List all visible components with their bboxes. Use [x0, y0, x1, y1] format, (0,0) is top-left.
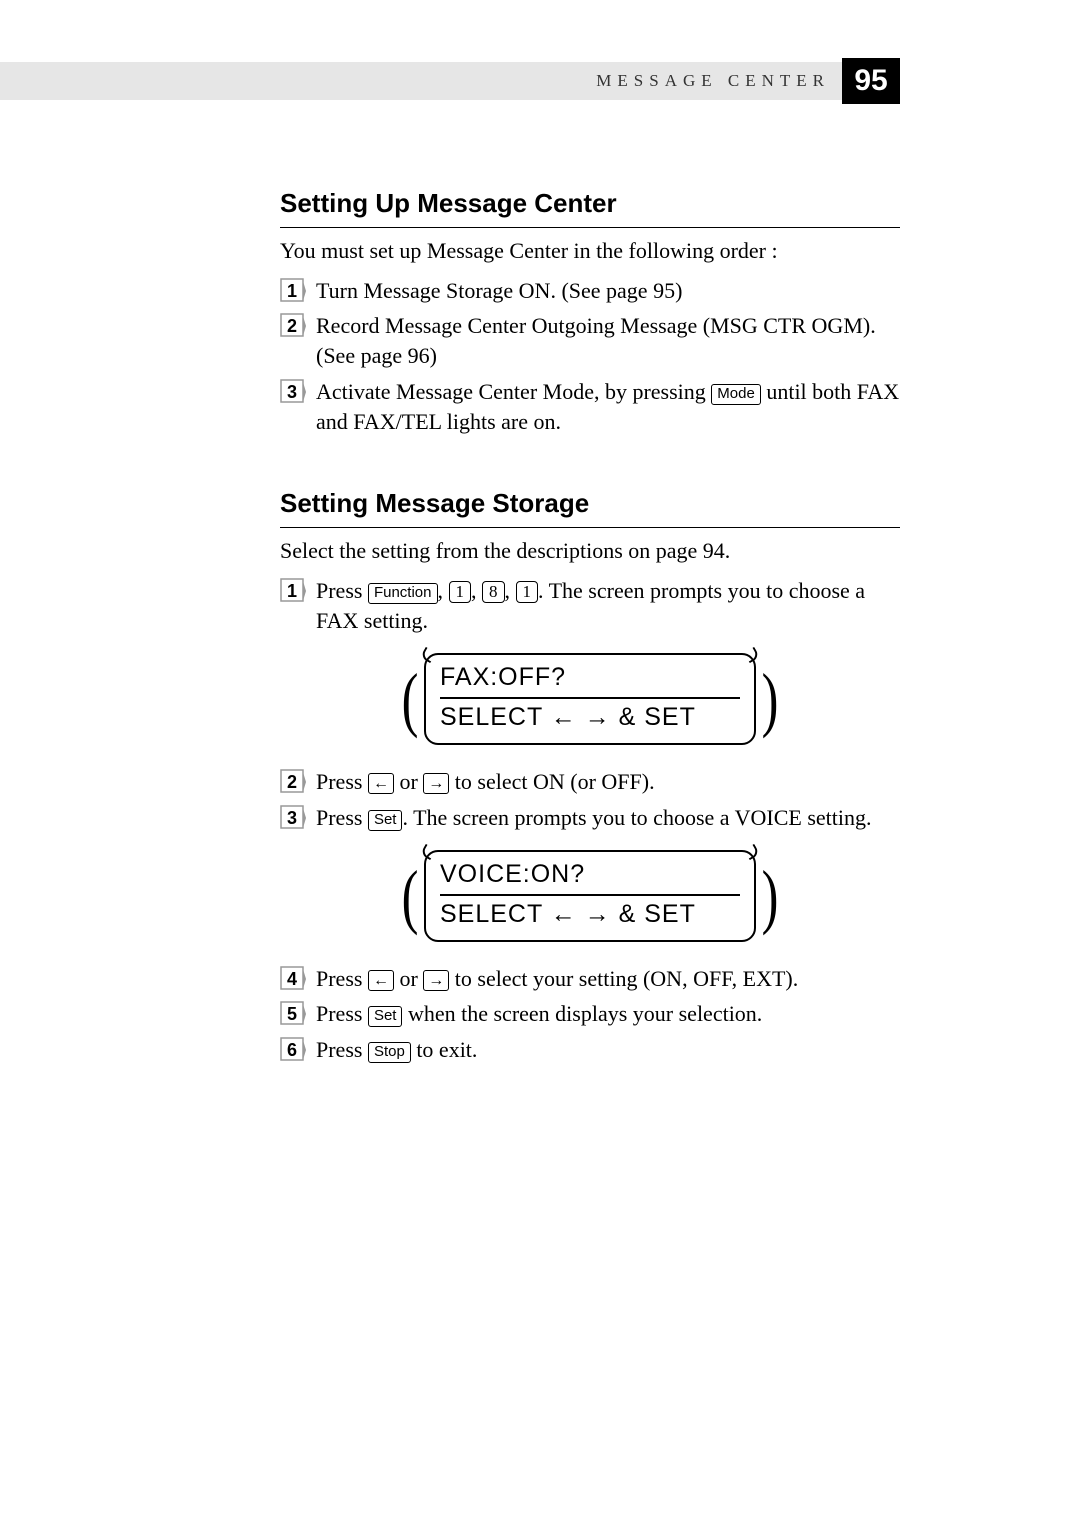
svg-text:2: 2: [287, 772, 297, 792]
svg-text:1: 1: [287, 581, 297, 601]
step-2: 2 Record Message Center Outgoing Message…: [280, 311, 900, 370]
s2-step-4: 4 Press ← or → to select your setting (O…: [280, 964, 900, 994]
heading-setting-up-message-center: Setting Up Message Center: [280, 186, 900, 228]
header-section-label: MESSAGE CENTER: [596, 62, 830, 100]
s2-step-2: 2 Press ← or → to select ON (or OFF).: [280, 767, 900, 797]
s2-step5-pre: Press: [316, 1001, 368, 1026]
svg-text:4: 4: [287, 969, 297, 989]
function-key: Function: [368, 583, 438, 604]
key-1b: 1: [516, 581, 539, 603]
key-8: 8: [482, 581, 505, 603]
s2-step6-pre: Press: [316, 1037, 368, 1062]
svg-text:2: 2: [287, 316, 297, 336]
s2-step2-pre: Press: [316, 769, 368, 794]
step-number-5-icon: 5: [280, 1001, 306, 1027]
step-3-text: Activate Message Center Mode, by pressin…: [316, 377, 900, 436]
s2-step2-mid: or: [394, 769, 423, 794]
s2-step3-pre: Press: [316, 805, 368, 830]
step-number-3-icon: 3: [280, 379, 306, 405]
lcd-display-fax: ( FAX:OFF? SELECT ← → & SET ): [280, 653, 900, 745]
lcd-line-2: SELECT ← → & SET: [440, 701, 740, 735]
page: MESSAGE CENTER 95 Setting Up Message Cen…: [0, 0, 1080, 1519]
set-key: Set: [368, 810, 403, 831]
step-1: 1 Turn Message Storage ON. (See page 95): [280, 276, 900, 306]
step-2-text: Record Message Center Outgoing Message (…: [316, 311, 900, 370]
intro-text: You must set up Message Center in the fo…: [280, 236, 900, 266]
paren-right-icon: ): [760, 860, 780, 932]
lcd-display-voice: ( VOICE:ON? SELECT ← → & SET ): [280, 850, 900, 942]
comma2: ,: [471, 578, 482, 603]
page-number: 95: [842, 58, 900, 104]
svg-text:1: 1: [287, 281, 297, 301]
step-3-pre: Activate Message Center Mode, by pressin…: [316, 379, 711, 404]
heading-setting-message-storage: Setting Message Storage: [280, 486, 900, 528]
s2-step-5-text: Press Set when the screen displays your …: [316, 999, 900, 1029]
page-content: Setting Up Message Center You must set u…: [280, 100, 900, 1065]
step-1-text: Turn Message Storage ON. (See page 95): [316, 276, 900, 306]
s2-step-1: 1 Press Function, 1, 8, 1. The screen pr…: [280, 576, 900, 635]
svg-text:5: 5: [287, 1004, 297, 1024]
top-margin: [0, 0, 1080, 62]
stop-key: Stop: [368, 1042, 411, 1063]
lcd-box: FAX:OFF? SELECT ← → & SET: [424, 653, 756, 745]
s2-step-2-text: Press ← or → to select ON (or OFF).: [316, 767, 900, 797]
paren-left-icon: (: [400, 860, 420, 932]
step-number-4-icon: 4: [280, 966, 306, 992]
step-number-1-icon: 1: [280, 278, 306, 304]
s2-step2-post: to select ON (or OFF).: [449, 769, 654, 794]
comma1: ,: [438, 578, 449, 603]
set-key: Set: [368, 1006, 403, 1027]
left-arrow-key: ←: [368, 970, 394, 991]
lcd-line-2: SELECT ← → & SET: [440, 898, 740, 932]
comma3: ,: [505, 578, 516, 603]
svg-text:3: 3: [287, 382, 297, 402]
s2-step4-post: to select your setting (ON, OFF, EXT).: [449, 966, 798, 991]
s2-step-3-text: Press Set. The screen prompts you to cho…: [316, 803, 900, 833]
lcd-box: VOICE:ON? SELECT ← → & SET: [424, 850, 756, 942]
mode-key: Mode: [711, 384, 761, 405]
s2-step-1-text: Press Function, 1, 8, 1. The screen prom…: [316, 576, 900, 635]
left-arrow-key: ←: [368, 773, 394, 794]
s2-step-4-text: Press ← or → to select your setting (ON,…: [316, 964, 900, 994]
s2-step3-post: . The screen prompts you to choose a VOI…: [402, 805, 871, 830]
step-number-3-icon: 3: [280, 805, 306, 831]
lcd-line-1: FAX:OFF?: [440, 661, 740, 699]
right-arrow-key: →: [423, 970, 449, 991]
right-arrow-key: →: [423, 773, 449, 794]
svg-text:3: 3: [287, 808, 297, 828]
step-number-2-icon: 2: [280, 769, 306, 795]
s2-step5-post: when the screen displays your selection.: [402, 1001, 762, 1026]
s2-step4-mid: or: [394, 966, 423, 991]
step-number-6-icon: 6: [280, 1037, 306, 1063]
lcd-line-1: VOICE:ON?: [440, 858, 740, 896]
s2-step6-post: to exit.: [411, 1037, 478, 1062]
s2-step-6-text: Press Stop to exit.: [316, 1035, 900, 1065]
step-number-1-icon: 1: [280, 578, 306, 604]
intro-text-2: Select the setting from the descriptions…: [280, 536, 900, 566]
svg-text:6: 6: [287, 1040, 297, 1060]
s2-step-5: 5 Press Set when the screen displays you…: [280, 999, 900, 1029]
paren-right-icon: ): [760, 663, 780, 735]
paren-left-icon: (: [400, 663, 420, 735]
s2-step-3: 3 Press Set. The screen prompts you to c…: [280, 803, 900, 833]
s2-step4-pre: Press: [316, 966, 368, 991]
step-number-2-icon: 2: [280, 313, 306, 339]
s2-step1-pre: Press: [316, 578, 368, 603]
running-header: MESSAGE CENTER 95: [0, 62, 900, 100]
step-3: 3 Activate Message Center Mode, by press…: [280, 377, 900, 436]
key-1: 1: [449, 581, 472, 603]
s2-step-6: 6 Press Stop to exit.: [280, 1035, 900, 1065]
